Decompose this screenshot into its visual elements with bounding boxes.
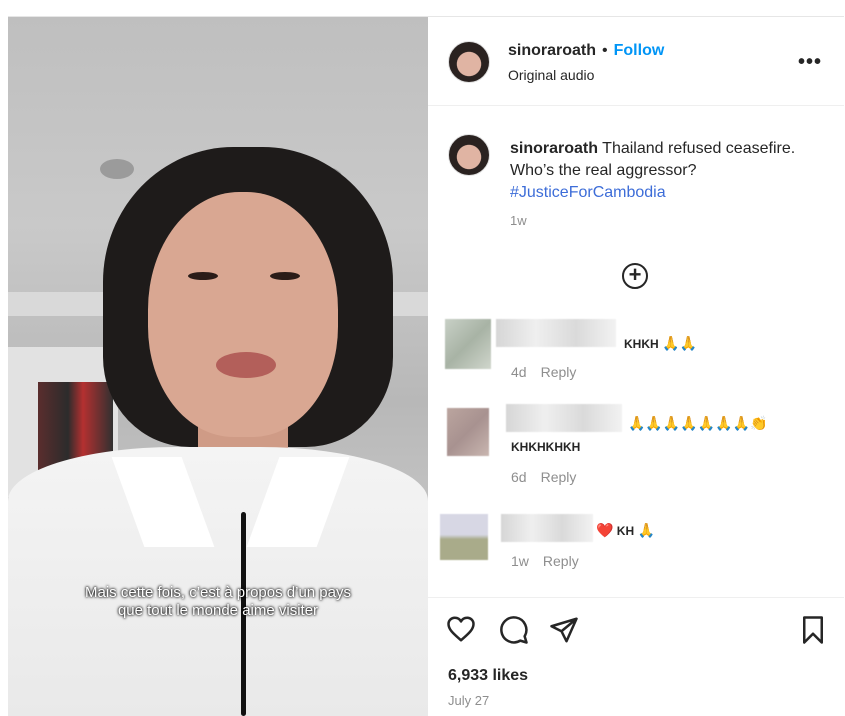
person-face bbox=[148, 192, 338, 437]
reply-button[interactable]: Reply bbox=[541, 469, 577, 485]
post-date: July 27 bbox=[448, 693, 490, 708]
bookmark-icon[interactable] bbox=[800, 615, 826, 645]
commenter-name-blurred[interactable] bbox=[501, 514, 593, 542]
commenter-avatar[interactable] bbox=[447, 408, 489, 456]
comment-icon[interactable] bbox=[499, 615, 529, 645]
comment-text: ❤️ KH 🙏 bbox=[596, 522, 655, 539]
post-caption: sinoraroath Thailand refused ceasefire. … bbox=[510, 138, 830, 204]
comment-body: KHKH bbox=[624, 337, 659, 351]
caption-text: Thailand refused ceasefire. bbox=[598, 140, 796, 157]
comment-time: 1w bbox=[511, 553, 529, 569]
send-icon[interactable] bbox=[549, 615, 579, 645]
commenter-avatar[interactable] bbox=[445, 319, 491, 369]
comment-body: KHKHKHKH bbox=[511, 440, 581, 454]
comment-text: KHKH 🙏🙏 bbox=[624, 335, 697, 352]
commenter-avatar[interactable] bbox=[440, 514, 488, 560]
comment-body: KH bbox=[616, 524, 635, 538]
audio-label[interactable]: Original audio bbox=[508, 67, 594, 83]
separator-dot: • bbox=[602, 42, 608, 59]
comment-meta: 6d Reply bbox=[511, 469, 576, 485]
comment-time: 4d bbox=[511, 364, 527, 380]
actions-divider bbox=[428, 597, 844, 599]
more-options-icon[interactable]: ••• bbox=[798, 51, 822, 74]
post-header: sinoraroath • Follow Original audio ••• bbox=[428, 17, 844, 106]
plus-circle-icon[interactable]: + bbox=[622, 263, 648, 289]
caption-username[interactable]: sinoraroath bbox=[510, 140, 598, 157]
person-eye bbox=[270, 272, 300, 280]
author-avatar[interactable] bbox=[448, 41, 490, 83]
caption-text: Who’s the real aggressor? bbox=[510, 162, 697, 179]
reel-video[interactable]: Mais cette fois, c’est à propos d’un pay… bbox=[8, 17, 428, 716]
person-mouth bbox=[216, 352, 276, 378]
person-eye bbox=[188, 272, 218, 280]
follow-button[interactable]: Follow bbox=[614, 42, 665, 59]
comment-emojis-line: 🙏🙏🙏🙏🙏🙏🙏👏 bbox=[628, 415, 767, 432]
caption-timestamp: 1w bbox=[510, 213, 527, 228]
comment-time: 6d bbox=[511, 469, 527, 485]
commenter-name-blurred[interactable] bbox=[496, 319, 616, 347]
comment-meta: 1w Reply bbox=[511, 553, 579, 569]
person-shirt bbox=[8, 447, 428, 716]
reply-button[interactable]: Reply bbox=[543, 553, 579, 569]
heart-emoji: ❤️ bbox=[596, 522, 614, 538]
author-username[interactable]: sinoraroath bbox=[508, 42, 596, 59]
ceiling-light bbox=[100, 159, 134, 179]
post-panel: sinoraroath • Follow Original audio ••• si… bbox=[428, 17, 844, 716]
author-line: sinoraroath • Follow bbox=[508, 42, 664, 60]
subtitle-line: que tout le monde aime visiter bbox=[117, 602, 319, 619]
caption-avatar[interactable] bbox=[448, 134, 490, 176]
likes-count[interactable]: 6,933 likes bbox=[448, 667, 528, 685]
hashtag-link[interactable]: #JusticeForCambodia bbox=[510, 184, 666, 201]
comment-emojis: 🙏🙏 bbox=[662, 335, 697, 351]
comment-emojis: 🙏 bbox=[637, 522, 655, 538]
heart-icon[interactable] bbox=[446, 615, 476, 643]
commenter-name-blurred[interactable] bbox=[506, 404, 622, 432]
video-subtitle: Mais cette fois, c’est à propos d’un pay… bbox=[8, 584, 428, 620]
post-frame: Mais cette fois, c’est à propos d’un pay… bbox=[8, 16, 844, 716]
comment-emojis: 🙏🙏🙏🙏🙏🙏🙏👏 bbox=[628, 415, 768, 431]
reply-button[interactable]: Reply bbox=[541, 364, 577, 380]
subtitle-line: Mais cette fois, c’est à propos d’un pay… bbox=[85, 584, 351, 601]
comment-meta: 4d Reply bbox=[511, 364, 576, 380]
